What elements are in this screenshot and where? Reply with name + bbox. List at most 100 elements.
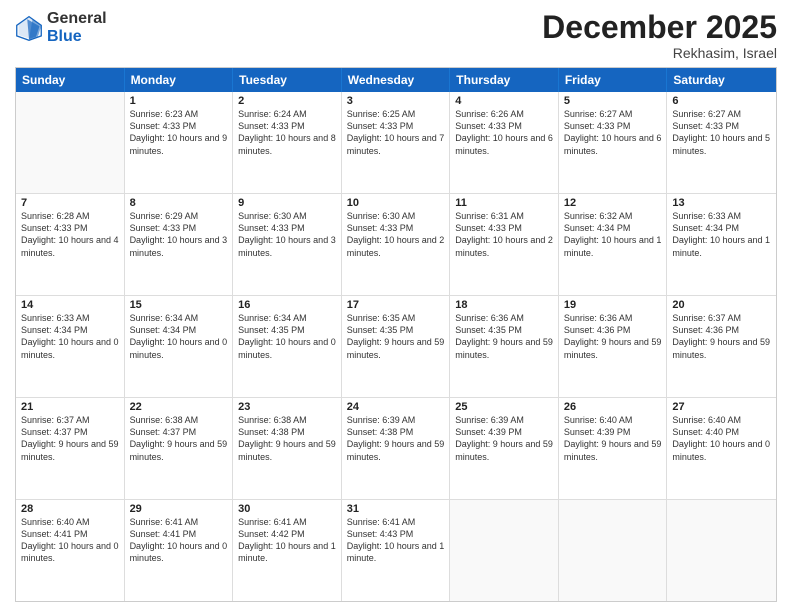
day-number: 5 <box>564 95 662 107</box>
day-number: 1 <box>130 95 228 107</box>
logo-blue-text: Blue <box>47 28 82 45</box>
day-cell-25: 25Sunrise: 6:39 AM Sunset: 4:39 PM Dayli… <box>450 398 559 499</box>
day-number: 18 <box>455 299 553 311</box>
day-cell-2: 2Sunrise: 6:24 AM Sunset: 4:33 PM Daylig… <box>233 92 342 193</box>
day-cell-29: 29Sunrise: 6:41 AM Sunset: 4:41 PM Dayli… <box>125 500 234 601</box>
day-cell-11: 11Sunrise: 6:31 AM Sunset: 4:33 PM Dayli… <box>450 194 559 295</box>
cell-info: Sunrise: 6:36 AM Sunset: 4:36 PM Dayligh… <box>564 312 662 361</box>
week-row-1: 1Sunrise: 6:23 AM Sunset: 4:33 PM Daylig… <box>16 92 776 194</box>
empty-cell <box>667 500 776 601</box>
day-number: 7 <box>21 197 119 209</box>
day-cell-27: 27Sunrise: 6:40 AM Sunset: 4:40 PM Dayli… <box>667 398 776 499</box>
day-of-week-thursday: Thursday <box>450 68 559 92</box>
logo-general-text: General <box>47 10 107 27</box>
cell-info: Sunrise: 6:38 AM Sunset: 4:38 PM Dayligh… <box>238 414 336 463</box>
empty-cell <box>559 500 668 601</box>
cell-info: Sunrise: 6:27 AM Sunset: 4:33 PM Dayligh… <box>564 108 662 157</box>
day-of-week-wednesday: Wednesday <box>342 68 451 92</box>
day-number: 25 <box>455 401 553 413</box>
cell-info: Sunrise: 6:39 AM Sunset: 4:38 PM Dayligh… <box>347 414 445 463</box>
day-cell-6: 6Sunrise: 6:27 AM Sunset: 4:33 PM Daylig… <box>667 92 776 193</box>
calendar-body: 1Sunrise: 6:23 AM Sunset: 4:33 PM Daylig… <box>16 92 776 601</box>
cell-info: Sunrise: 6:29 AM Sunset: 4:33 PM Dayligh… <box>130 210 228 259</box>
day-number: 16 <box>238 299 336 311</box>
day-of-week-saturday: Saturday <box>667 68 776 92</box>
header: General Blue December 2025 Rekhasim, Isr… <box>15 10 777 61</box>
day-cell-5: 5Sunrise: 6:27 AM Sunset: 4:33 PM Daylig… <box>559 92 668 193</box>
day-number: 27 <box>672 401 771 413</box>
logo-text: General Blue <box>47 10 107 45</box>
day-cell-3: 3Sunrise: 6:25 AM Sunset: 4:33 PM Daylig… <box>342 92 451 193</box>
title-block: December 2025 Rekhasim, Israel <box>542 10 777 61</box>
cell-info: Sunrise: 6:24 AM Sunset: 4:33 PM Dayligh… <box>238 108 336 157</box>
day-of-week-tuesday: Tuesday <box>233 68 342 92</box>
cell-info: Sunrise: 6:25 AM Sunset: 4:33 PM Dayligh… <box>347 108 445 157</box>
day-cell-14: 14Sunrise: 6:33 AM Sunset: 4:34 PM Dayli… <box>16 296 125 397</box>
day-number: 26 <box>564 401 662 413</box>
cell-info: Sunrise: 6:40 AM Sunset: 4:40 PM Dayligh… <box>672 414 771 463</box>
cell-info: Sunrise: 6:37 AM Sunset: 4:36 PM Dayligh… <box>672 312 771 361</box>
day-cell-30: 30Sunrise: 6:41 AM Sunset: 4:42 PM Dayli… <box>233 500 342 601</box>
cell-info: Sunrise: 6:31 AM Sunset: 4:33 PM Dayligh… <box>455 210 553 259</box>
day-cell-24: 24Sunrise: 6:39 AM Sunset: 4:38 PM Dayli… <box>342 398 451 499</box>
cell-info: Sunrise: 6:33 AM Sunset: 4:34 PM Dayligh… <box>21 312 119 361</box>
day-cell-7: 7Sunrise: 6:28 AM Sunset: 4:33 PM Daylig… <box>16 194 125 295</box>
day-number: 15 <box>130 299 228 311</box>
day-of-week-monday: Monday <box>125 68 234 92</box>
cell-info: Sunrise: 6:32 AM Sunset: 4:34 PM Dayligh… <box>564 210 662 259</box>
day-number: 6 <box>672 95 771 107</box>
calendar: SundayMondayTuesdayWednesdayThursdayFrid… <box>15 67 777 602</box>
day-cell-9: 9Sunrise: 6:30 AM Sunset: 4:33 PM Daylig… <box>233 194 342 295</box>
day-cell-13: 13Sunrise: 6:33 AM Sunset: 4:34 PM Dayli… <box>667 194 776 295</box>
cell-info: Sunrise: 6:34 AM Sunset: 4:34 PM Dayligh… <box>130 312 228 361</box>
day-cell-19: 19Sunrise: 6:36 AM Sunset: 4:36 PM Dayli… <box>559 296 668 397</box>
day-cell-18: 18Sunrise: 6:36 AM Sunset: 4:35 PM Dayli… <box>450 296 559 397</box>
day-number: 20 <box>672 299 771 311</box>
day-number: 23 <box>238 401 336 413</box>
cell-info: Sunrise: 6:28 AM Sunset: 4:33 PM Dayligh… <box>21 210 119 259</box>
cell-info: Sunrise: 6:23 AM Sunset: 4:33 PM Dayligh… <box>130 108 228 157</box>
cell-info: Sunrise: 6:40 AM Sunset: 4:39 PM Dayligh… <box>564 414 662 463</box>
day-number: 21 <box>21 401 119 413</box>
day-number: 4 <box>455 95 553 107</box>
day-cell-1: 1Sunrise: 6:23 AM Sunset: 4:33 PM Daylig… <box>125 92 234 193</box>
cell-info: Sunrise: 6:33 AM Sunset: 4:34 PM Dayligh… <box>672 210 771 259</box>
month-title: December 2025 <box>542 10 777 45</box>
day-number: 14 <box>21 299 119 311</box>
day-cell-15: 15Sunrise: 6:34 AM Sunset: 4:34 PM Dayli… <box>125 296 234 397</box>
day-cell-28: 28Sunrise: 6:40 AM Sunset: 4:41 PM Dayli… <box>16 500 125 601</box>
logo-icon <box>15 14 43 42</box>
day-number: 3 <box>347 95 445 107</box>
day-number: 31 <box>347 503 445 515</box>
week-row-2: 7Sunrise: 6:28 AM Sunset: 4:33 PM Daylig… <box>16 194 776 296</box>
day-number: 30 <box>238 503 336 515</box>
empty-cell <box>16 92 125 193</box>
cell-info: Sunrise: 6:36 AM Sunset: 4:35 PM Dayligh… <box>455 312 553 361</box>
logo: General Blue <box>15 10 107 45</box>
day-number: 8 <box>130 197 228 209</box>
day-number: 24 <box>347 401 445 413</box>
day-number: 29 <box>130 503 228 515</box>
day-number: 22 <box>130 401 228 413</box>
day-cell-8: 8Sunrise: 6:29 AM Sunset: 4:33 PM Daylig… <box>125 194 234 295</box>
cell-info: Sunrise: 6:37 AM Sunset: 4:37 PM Dayligh… <box>21 414 119 463</box>
day-cell-22: 22Sunrise: 6:38 AM Sunset: 4:37 PM Dayli… <box>125 398 234 499</box>
cell-info: Sunrise: 6:41 AM Sunset: 4:41 PM Dayligh… <box>130 516 228 565</box>
day-cell-23: 23Sunrise: 6:38 AM Sunset: 4:38 PM Dayli… <box>233 398 342 499</box>
calendar-page: General Blue December 2025 Rekhasim, Isr… <box>0 0 792 612</box>
day-number: 19 <box>564 299 662 311</box>
cell-info: Sunrise: 6:41 AM Sunset: 4:42 PM Dayligh… <box>238 516 336 565</box>
cell-info: Sunrise: 6:38 AM Sunset: 4:37 PM Dayligh… <box>130 414 228 463</box>
day-cell-16: 16Sunrise: 6:34 AM Sunset: 4:35 PM Dayli… <box>233 296 342 397</box>
day-cell-20: 20Sunrise: 6:37 AM Sunset: 4:36 PM Dayli… <box>667 296 776 397</box>
day-number: 28 <box>21 503 119 515</box>
cell-info: Sunrise: 6:40 AM Sunset: 4:41 PM Dayligh… <box>21 516 119 565</box>
cell-info: Sunrise: 6:30 AM Sunset: 4:33 PM Dayligh… <box>238 210 336 259</box>
day-of-week-sunday: Sunday <box>16 68 125 92</box>
week-row-3: 14Sunrise: 6:33 AM Sunset: 4:34 PM Dayli… <box>16 296 776 398</box>
day-number: 13 <box>672 197 771 209</box>
day-of-week-friday: Friday <box>559 68 668 92</box>
day-cell-4: 4Sunrise: 6:26 AM Sunset: 4:33 PM Daylig… <box>450 92 559 193</box>
location: Rekhasim, Israel <box>542 45 777 61</box>
day-number: 9 <box>238 197 336 209</box>
